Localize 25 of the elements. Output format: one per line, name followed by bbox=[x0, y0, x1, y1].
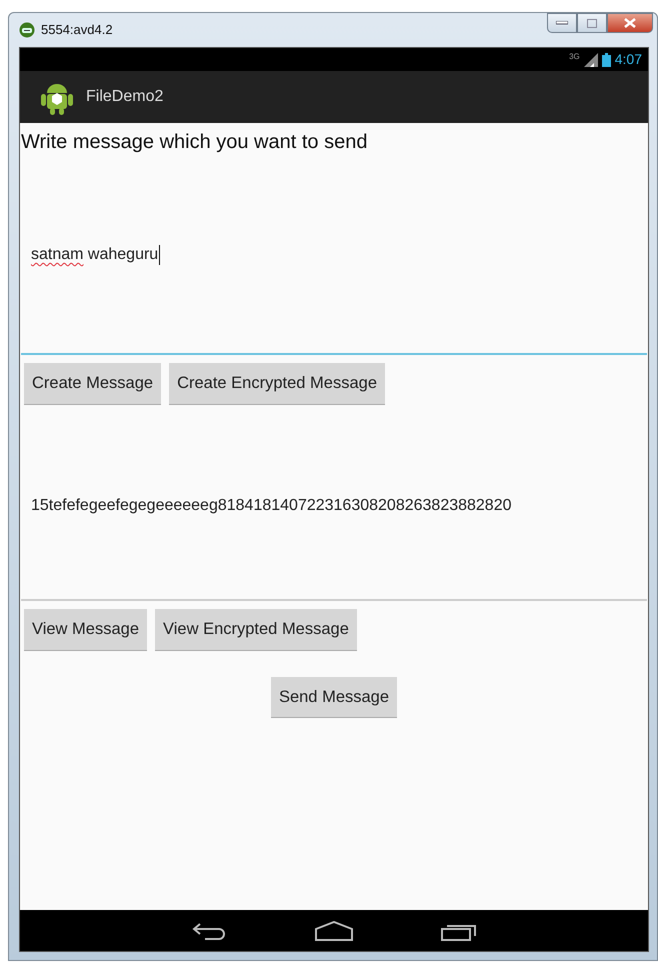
emulator-icon bbox=[19, 22, 35, 38]
view-encrypted-message-button[interactable]: View Encrypted Message bbox=[155, 608, 357, 650]
field-text: waheguru bbox=[86, 246, 158, 263]
close-icon bbox=[624, 18, 636, 28]
battery-icon bbox=[602, 52, 611, 66]
close-button[interactable] bbox=[607, 13, 653, 33]
minimize-button[interactable] bbox=[547, 13, 577, 33]
clock-time: 4:07 bbox=[614, 50, 642, 69]
message-field[interactable]: satnam waheguru bbox=[21, 157, 647, 355]
window-title: 5554:avd4.2 bbox=[41, 21, 113, 40]
home-icon[interactable] bbox=[315, 920, 353, 940]
network-type-label: 3G bbox=[569, 51, 580, 63]
create-encrypted-message-button[interactable]: Create Encrypted Message bbox=[169, 363, 385, 405]
send-message-button[interactable]: Send Message bbox=[270, 676, 398, 718]
create-message-button[interactable]: Create Message bbox=[24, 363, 162, 405]
encrypted-message-field[interactable]: 15tefefegeefegegeeeeeeg818418140722316308208263823882820 bbox=[21, 412, 647, 601]
maximize-button[interactable] bbox=[577, 13, 607, 33]
minimize-icon bbox=[556, 21, 568, 25]
field-text: satnam bbox=[31, 246, 84, 263]
view-message-button[interactable]: View Message bbox=[24, 608, 148, 650]
maximize-icon bbox=[587, 18, 597, 28]
field-text: 15tefefegeefegegeeeeeeg818418140722316308208263823882820 bbox=[31, 496, 512, 514]
back-icon[interactable] bbox=[191, 920, 227, 940]
app-title: FileDemo2 bbox=[86, 87, 164, 107]
prompt-label: Write message which you want to send bbox=[20, 130, 368, 155]
